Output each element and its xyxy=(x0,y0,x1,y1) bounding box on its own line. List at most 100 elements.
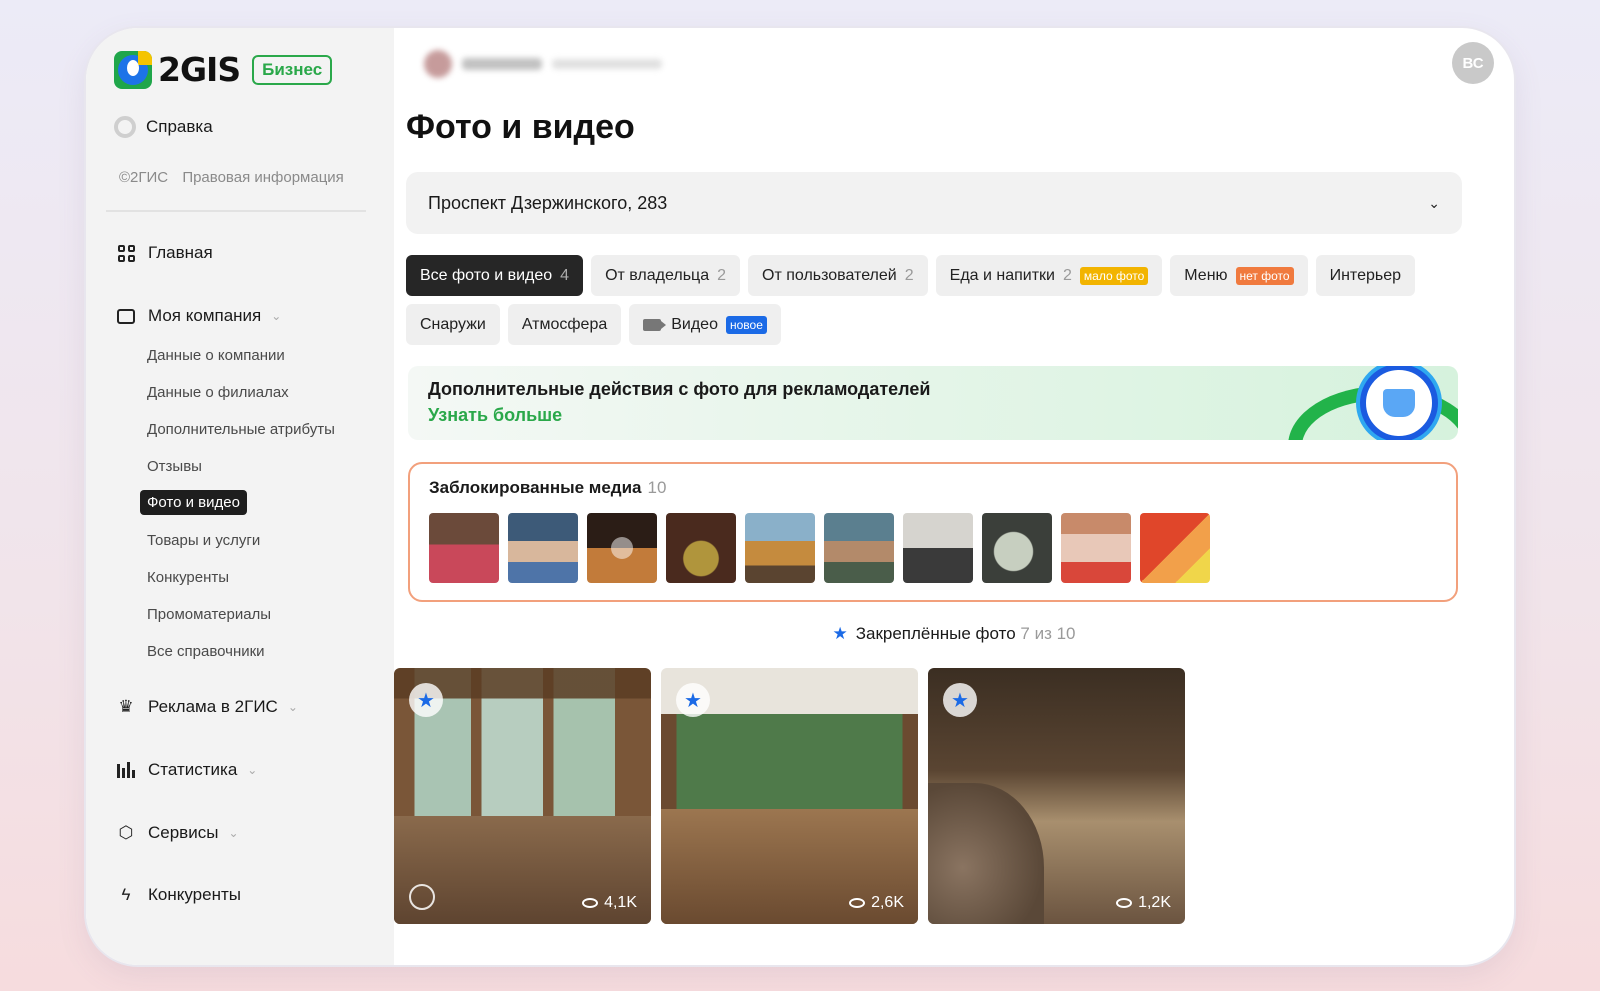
filter-chips: Все фото и видео 4 От владельца 2 От пол… xyxy=(406,255,1466,353)
sidebar-item-branches[interactable]: Данные о филиалах xyxy=(147,384,289,401)
chip-outside[interactable]: Снаружи xyxy=(406,304,500,345)
chevron-down-icon: ⌄ xyxy=(228,826,239,840)
advertiser-promo-banner[interactable]: Дополнительные действия с фото для рекла… xyxy=(408,366,1458,440)
chip-label: Все фото и видео xyxy=(420,266,553,284)
nav-ads[interactable]: ♛ Реклама в 2ГИС ⌄ xyxy=(116,697,298,717)
sidebar-item-attributes[interactable]: Дополнительные атрибуты xyxy=(147,421,335,438)
sidebar-item-promo[interactable]: Промоматериалы xyxy=(147,606,271,623)
eye-icon xyxy=(849,898,866,908)
chevron-down-icon: ⌄ xyxy=(271,309,282,323)
sidebar-item-reviews[interactable]: Отзывы xyxy=(147,458,202,475)
pinned-photos-header: ★ Закреплённые фото 7 из 10 xyxy=(394,624,1514,644)
no-photos-badge: нет фото xyxy=(1235,266,1294,285)
few-photos-badge: мало фото xyxy=(1079,266,1149,285)
blocked-media-thumb[interactable] xyxy=(508,513,578,583)
page-title: Фото и видео xyxy=(406,108,635,146)
company-avatar xyxy=(424,50,452,78)
help-label: Справка xyxy=(146,117,213,136)
view-count-value: 2,6K xyxy=(871,894,904,911)
chip-food[interactable]: Еда и напитки 2 мало фото xyxy=(935,255,1163,296)
blocked-media-thumb[interactable] xyxy=(1140,513,1210,583)
star-icon[interactable]: ★ xyxy=(943,683,977,717)
blocked-media-label: Заблокированные медиа xyxy=(429,478,642,497)
blocked-media-thumbnails xyxy=(429,513,1210,583)
blocked-media-thumb[interactable] xyxy=(745,513,815,583)
address-select[interactable]: Проспект Дзержинского, 283 ⌄ xyxy=(406,172,1462,234)
business-badge: Бизнес xyxy=(252,54,333,85)
view-count-value: 4,1K xyxy=(604,894,637,911)
nav-competitors[interactable]: ϟ Конкуренты xyxy=(116,885,242,905)
sidebar-item-competitors[interactable]: Конкуренты xyxy=(147,569,229,586)
play-icon xyxy=(611,537,633,559)
sidebar-divider xyxy=(106,210,366,212)
pinned-photo[interactable]: ★ 1,2K xyxy=(928,668,1185,924)
account-switcher[interactable] xyxy=(424,50,662,78)
nav-my-company[interactable]: Моя компания ⌄ xyxy=(116,306,281,326)
nav-services[interactable]: ⬡ Сервисы ⌄ xyxy=(116,823,239,843)
star-icon[interactable]: ★ xyxy=(409,683,443,717)
blocked-media-thumb[interactable] xyxy=(982,513,1052,583)
pinned-photos-title: Закреплённые фото xyxy=(855,624,1016,643)
video-camera-icon xyxy=(643,318,667,331)
chevron-down-icon: ⌄ xyxy=(1428,194,1440,211)
blocked-media-thumb[interactable] xyxy=(429,513,499,583)
nav-competitors-label: Конкуренты xyxy=(148,885,241,904)
nav-statistics-label: Статистика xyxy=(148,760,238,779)
chip-atmosphere[interactable]: Атмосфера xyxy=(507,304,622,345)
promo-learn-more-link[interactable]: Узнать больше xyxy=(428,405,562,426)
pinned-photo[interactable]: ★ 4,1K xyxy=(394,668,651,924)
blocked-media-thumb[interactable] xyxy=(666,513,736,583)
chip-label: Видео xyxy=(671,315,718,333)
lightning-icon: ϟ xyxy=(121,885,131,904)
blocked-media-title: Заблокированные медиа 10 xyxy=(429,478,666,498)
chip-label: Снаружи xyxy=(420,315,486,333)
chip-label: От пользователей xyxy=(762,266,897,284)
nav-ads-label: Реклама в 2ГИС xyxy=(148,697,278,716)
chip-owner[interactable]: От владельца 2 xyxy=(591,255,741,296)
chip-users[interactable]: От пользователей 2 xyxy=(748,255,928,296)
sidebar-item-goods-services[interactable]: Товары и услуги xyxy=(147,532,260,549)
pinned-photos-grid: ★ 4,1K ★ 2,6K ★ 1,2K xyxy=(394,668,1185,924)
chip-menu[interactable]: Меню нет фото xyxy=(1170,255,1308,296)
chevron-down-icon: ⌄ xyxy=(247,763,258,777)
box-icon: ⬡ xyxy=(118,823,134,842)
folder-icon xyxy=(116,306,136,326)
pinned-photo[interactable]: ★ 2,6K xyxy=(661,668,918,924)
chip-label: Еда и напитки xyxy=(949,266,1055,284)
chip-label: Меню xyxy=(1184,266,1228,284)
new-badge: новое xyxy=(725,315,767,334)
chip-count: 2 xyxy=(1062,266,1072,284)
user-icon xyxy=(409,884,435,910)
eye-icon xyxy=(1116,898,1133,908)
sidebar-item-photos-videos[interactable]: Фото и видео xyxy=(140,490,247,515)
blocked-media-thumb[interactable] xyxy=(1061,513,1131,583)
user-avatar[interactable]: ВС xyxy=(1452,42,1494,84)
blocked-media-thumb[interactable] xyxy=(903,513,973,583)
blocked-media-panel: Заблокированные медиа 10 xyxy=(408,462,1458,602)
pinned-photos-count: 7 из 10 xyxy=(1020,624,1076,643)
main-content: ВС Фото и видео Проспект Дзержинского, 2… xyxy=(394,28,1514,965)
legal-link[interactable]: Правовая информация xyxy=(182,169,343,186)
address-value: Проспект Дзержинского, 283 xyxy=(428,192,668,213)
logo[interactable]: 2GIS Бизнес xyxy=(114,50,333,89)
blocked-media-thumb[interactable] xyxy=(587,513,657,583)
nav-statistics[interactable]: Статистика ⌄ xyxy=(116,760,257,780)
blocked-media-thumb[interactable] xyxy=(824,513,894,583)
dashboard-icon xyxy=(116,243,136,263)
chip-video[interactable]: Видео новое xyxy=(629,304,781,345)
view-count: 2,6K xyxy=(849,894,904,912)
2gis-logo-icon xyxy=(114,50,152,89)
sidebar-item-directories[interactable]: Все справочники xyxy=(147,643,265,660)
chip-interior[interactable]: Интерьер xyxy=(1315,255,1416,296)
view-count-value: 1,2K xyxy=(1138,894,1171,911)
eye-icon xyxy=(582,898,599,908)
legal-info: ©2ГИС Правовая информация xyxy=(119,169,354,186)
chip-all[interactable]: Все фото и видео 4 xyxy=(406,255,584,296)
help-link[interactable]: Справка xyxy=(114,116,213,138)
chip-count: 4 xyxy=(560,266,570,284)
sidebar-item-company-data[interactable]: Данные о компании xyxy=(147,347,285,364)
chip-label: Интерьер xyxy=(1329,266,1402,284)
star-icon: ★ xyxy=(832,624,848,643)
star-icon[interactable]: ★ xyxy=(676,683,710,717)
nav-home[interactable]: Главная xyxy=(116,243,213,263)
